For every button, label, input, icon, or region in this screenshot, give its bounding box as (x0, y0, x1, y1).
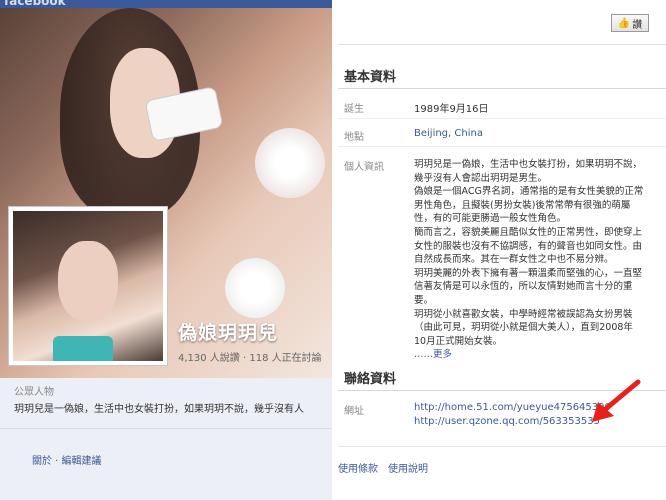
location-label: 地點 (344, 132, 364, 143)
page-stats: 4,130 人說讚 · 118 人正在討論 (178, 353, 322, 364)
page-category[interactable]: 公眾人物 (14, 383, 54, 398)
contact-info-title: 聯絡資料 (344, 372, 397, 387)
help-link[interactable]: 使用說明 (388, 460, 428, 475)
birthday-label: 誕生 (344, 104, 364, 115)
like-button-label: 讚 (632, 19, 643, 31)
thumbs-up-icon: 👍 (617, 17, 631, 29)
talking-count: 118 人正在討論 (249, 353, 322, 364)
personal-info-label: 個人資訊 (344, 162, 384, 173)
website-link-2[interactable]: http://user.qzone.qq.com/563353535 (414, 416, 600, 427)
divider (338, 118, 666, 119)
basic-info-title: 基本資料 (344, 70, 397, 85)
divider (338, 44, 666, 45)
red-arrow-annotation (592, 379, 641, 422)
site-logo[interactable]: facebook (4, 0, 66, 8)
divider (338, 88, 666, 89)
top-bar: facebook (0, 0, 332, 8)
profile-picture-frame[interactable] (8, 206, 168, 366)
website-label: 網址 (344, 406, 364, 417)
divider (338, 446, 666, 447)
about-edit-link[interactable]: 關於 · 編輯建議 (32, 452, 102, 467)
info-panel: 👍 讚 基本資料 誕生 1989年9月16日 地點 Beijing, China… (338, 0, 666, 500)
divider (338, 146, 666, 147)
divider (0, 428, 332, 429)
page-title: 偽娘玥玥兒 (178, 322, 279, 344)
more-link[interactable]: ……更多 (414, 348, 659, 362)
page-header-panel: facebook 偽娘玥玥兒 4,130 人說讚 · 118 人正在討論 公眾人… (0, 0, 332, 500)
bio-text: 玥玥兒是一偽娘，生活中也女裝打扮，如果玥玥不說， 幾乎沒有人會認出玥玥是男生。 … (414, 158, 659, 362)
profile-picture[interactable] (13, 211, 163, 361)
website-link-1[interactable]: http://home.51.com/yueyue475645390 (414, 402, 611, 413)
birthday-value: 1989年9月16日 (414, 104, 489, 115)
location-link[interactable]: Beijing, China (414, 128, 483, 139)
likes-count[interactable]: 4,130 人說讚 (178, 353, 240, 364)
page-description: 玥玥兒是一偽娘，生活中也女裝打扮，如果玥玥不說，幾乎沒有人 (14, 404, 304, 415)
terms-link[interactable]: 使用條款 (338, 460, 378, 475)
like-button[interactable]: 👍 讚 (611, 14, 649, 32)
